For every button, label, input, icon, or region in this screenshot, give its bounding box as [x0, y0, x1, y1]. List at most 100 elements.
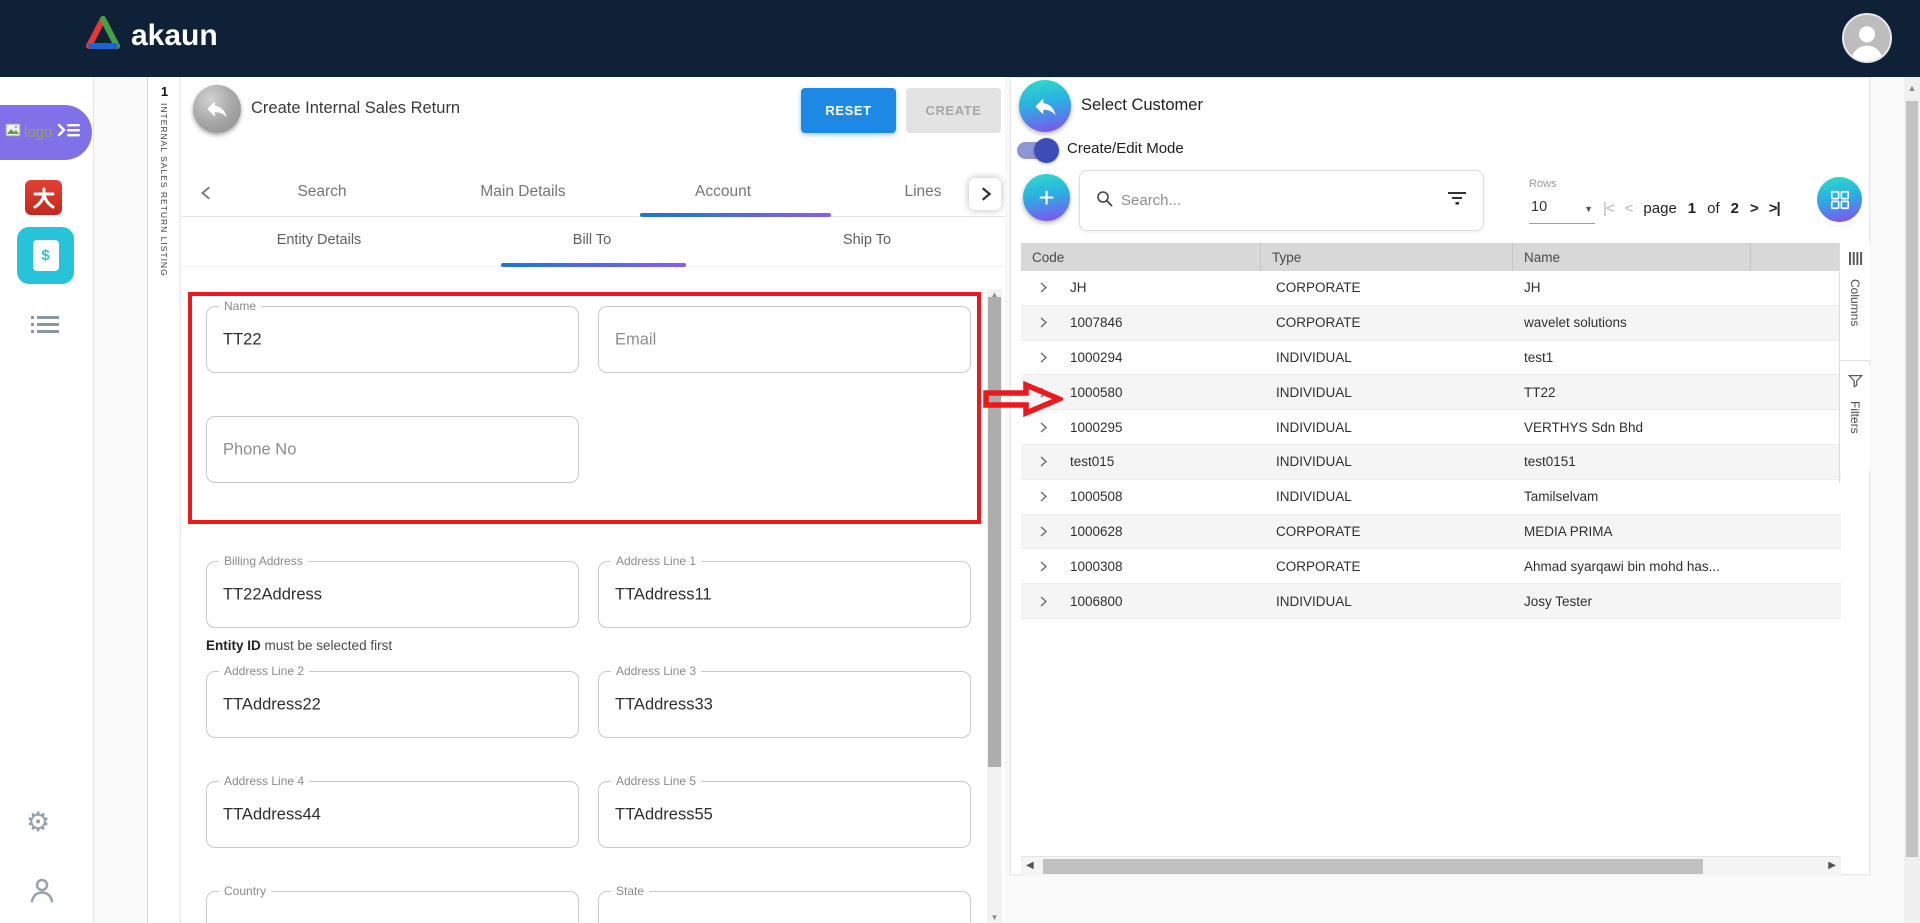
- row-expand-icon[interactable]: [1021, 595, 1054, 608]
- row-expand-icon[interactable]: [1021, 281, 1054, 294]
- create-button[interactable]: CREATE: [906, 88, 1001, 133]
- reset-button[interactable]: RESET: [801, 88, 896, 133]
- columns-rail-label: Columns: [1848, 279, 1862, 326]
- row-expand-icon[interactable]: [1021, 421, 1054, 434]
- cell-code: JH: [1054, 280, 1261, 295]
- country-label: Country: [219, 884, 271, 898]
- create-edit-mode-toggle[interactable]: [1017, 140, 1057, 160]
- customer-table-row[interactable]: 1006800 INDIVIDUAL Josy Tester: [1021, 584, 1841, 619]
- caret-down-icon: ▼: [1584, 204, 1593, 214]
- cell-name: wavelet solutions: [1513, 315, 1751, 330]
- tab-main-details[interactable]: Main Details: [480, 183, 565, 201]
- form-scrollbar-thumb[interactable]: [988, 297, 1001, 767]
- cell-code: 1000294: [1054, 350, 1261, 365]
- back-button[interactable]: [193, 85, 241, 133]
- address-line-1-field[interactable]: Address Line 1 TTAddress11: [598, 561, 971, 628]
- vertical-tab-internal-sales-return-listing[interactable]: 1 INTERNAL SALES RETURN LISTING: [147, 77, 180, 923]
- sidebar-logo-pill[interactable]: logo: [0, 105, 92, 160]
- collapse-menu-icon[interactable]: [56, 120, 82, 145]
- tabs-scroll-left-icon[interactable]: [199, 185, 215, 206]
- window-scroll-up-icon[interactable]: ▲: [1904, 83, 1920, 93]
- address-line-2-field[interactable]: Address Line 2 TTAddress22: [206, 671, 579, 738]
- grid-view-button[interactable]: [1817, 177, 1862, 222]
- user-avatar[interactable]: [1842, 13, 1892, 63]
- cell-name: test1: [1513, 350, 1751, 365]
- scroll-right-icon[interactable]: ▶: [1828, 860, 1836, 871]
- brand-logo[interactable]: akaun: [85, 16, 218, 55]
- state-field[interactable]: State: [598, 891, 971, 923]
- row-expand-icon[interactable]: [1021, 455, 1054, 468]
- address-line-5-field[interactable]: Address Line 5 TTAddress55: [598, 781, 971, 848]
- subtab-ship-to[interactable]: Ship To: [843, 232, 891, 248]
- last-page-button[interactable]: >|: [1769, 200, 1780, 217]
- customer-table-row[interactable]: 1000295 INDIVIDUAL VERTHYS Sdn Bhd: [1021, 410, 1841, 445]
- prev-page-button[interactable]: <: [1625, 200, 1633, 217]
- table-horizontal-scrollbar[interactable]: ◀ ▶: [1021, 856, 1841, 875]
- customer-table-row[interactable]: 1000308 CORPORATE Ahmad syarqawi bin moh…: [1021, 549, 1841, 584]
- close-select-customer-button[interactable]: [1019, 80, 1071, 132]
- rows-per-page-select[interactable]: 10 ▼: [1529, 196, 1595, 224]
- tab-account[interactable]: Account: [695, 183, 751, 201]
- app-window: akaun logo: [0, 0, 1920, 923]
- customer-table-row[interactable]: 1000628 CORPORATE MEDIA PRIMA: [1021, 515, 1841, 550]
- first-page-button[interactable]: |<: [1603, 200, 1614, 217]
- customer-table-row[interactable]: JH CORPORATE JH: [1021, 271, 1841, 306]
- subtab-entity-details[interactable]: Entity Details: [277, 232, 362, 248]
- cell-type: CORPORATE: [1261, 280, 1513, 295]
- address-line-3-field[interactable]: Address Line 3 TTAddress33: [598, 671, 971, 738]
- billing-address-label: Billing Address: [219, 554, 308, 568]
- window-scrollbar[interactable]: ▲: [1904, 77, 1920, 923]
- window-scrollbar-thumb[interactable]: [1906, 101, 1918, 857]
- customer-table-row[interactable]: 1000508 INDIVIDUAL Tamilselvam: [1021, 480, 1841, 515]
- column-header-code[interactable]: Code: [1021, 243, 1261, 271]
- subtab-bill-to[interactable]: Bill To: [573, 232, 611, 248]
- state-label: State: [611, 884, 649, 898]
- app-sidebar: logo $: [0, 77, 94, 923]
- address-line-3-label: Address Line 3: [611, 664, 701, 678]
- row-expand-icon[interactable]: [1021, 351, 1054, 364]
- column-header-type[interactable]: Type: [1261, 243, 1513, 271]
- row-expand-icon[interactable]: [1021, 316, 1054, 329]
- table-side-rail: Columns Filters: [1839, 243, 1870, 483]
- row-expand-icon[interactable]: [1021, 525, 1054, 538]
- column-header-name[interactable]: Name: [1513, 243, 1751, 271]
- person-icon[interactable]: [27, 875, 57, 910]
- customer-table-row[interactable]: test015 INDIVIDUAL test0151: [1021, 445, 1841, 480]
- filters-rail-tab[interactable]: Filters: [1840, 366, 1870, 471]
- next-page-button[interactable]: >: [1750, 200, 1758, 217]
- cell-name: TT22: [1513, 385, 1751, 400]
- customer-table-row[interactable]: 1000294 INDIVIDUAL test1: [1021, 341, 1841, 376]
- tab-search[interactable]: Search: [297, 183, 346, 201]
- address-line-4-field[interactable]: Address Line 4 TTAddress44: [206, 781, 579, 848]
- annotation-arrow: [983, 381, 1063, 417]
- billing-app-icon[interactable]: $: [17, 227, 74, 284]
- annotation-highlight-box: [188, 292, 981, 524]
- row-expand-icon[interactable]: [1021, 560, 1054, 573]
- address-line-2-value: TTAddress22: [223, 695, 321, 714]
- scroll-down-icon[interactable]: ▼: [987, 913, 1002, 922]
- filter-list-icon[interactable]: [1447, 191, 1467, 211]
- address-line-4-value: TTAddress44: [223, 805, 321, 824]
- total-pages-number: 2: [1731, 200, 1739, 217]
- gear-icon[interactable]: ⚙: [26, 807, 50, 838]
- cell-type: INDIVIDUAL: [1261, 350, 1513, 365]
- tab-lines[interactable]: Lines: [904, 183, 941, 201]
- scroll-left-icon[interactable]: ◀: [1026, 860, 1034, 871]
- red-app-icon[interactable]: [25, 180, 62, 215]
- row-expand-icon[interactable]: [1021, 490, 1054, 503]
- columns-rail-tab[interactable]: Columns: [1840, 243, 1870, 361]
- address-line-2-label: Address Line 2: [219, 664, 309, 678]
- search-placeholder: Search...: [1121, 192, 1439, 209]
- cell-type: CORPORATE: [1261, 559, 1513, 574]
- country-field[interactable]: Country: [206, 891, 579, 923]
- billing-address-field[interactable]: Billing Address TT22Address: [206, 561, 579, 628]
- table-horizontal-scrollbar-thumb[interactable]: [1043, 859, 1703, 874]
- tabs-scroll-right-icon[interactable]: [969, 178, 1001, 210]
- cell-type: INDIVIDUAL: [1261, 454, 1513, 469]
- select-customer-panel: Select Customer Create/Edit Mode + Searc…: [1010, 77, 1870, 875]
- add-customer-button[interactable]: +: [1023, 174, 1070, 221]
- list-icon[interactable]: [31, 314, 61, 341]
- customer-search-input[interactable]: Search...: [1079, 170, 1484, 231]
- customer-table-row[interactable]: 1007846 CORPORATE wavelet solutions: [1021, 306, 1841, 341]
- customer-table-row[interactable]: 1000580 INDIVIDUAL TT22: [1021, 375, 1841, 410]
